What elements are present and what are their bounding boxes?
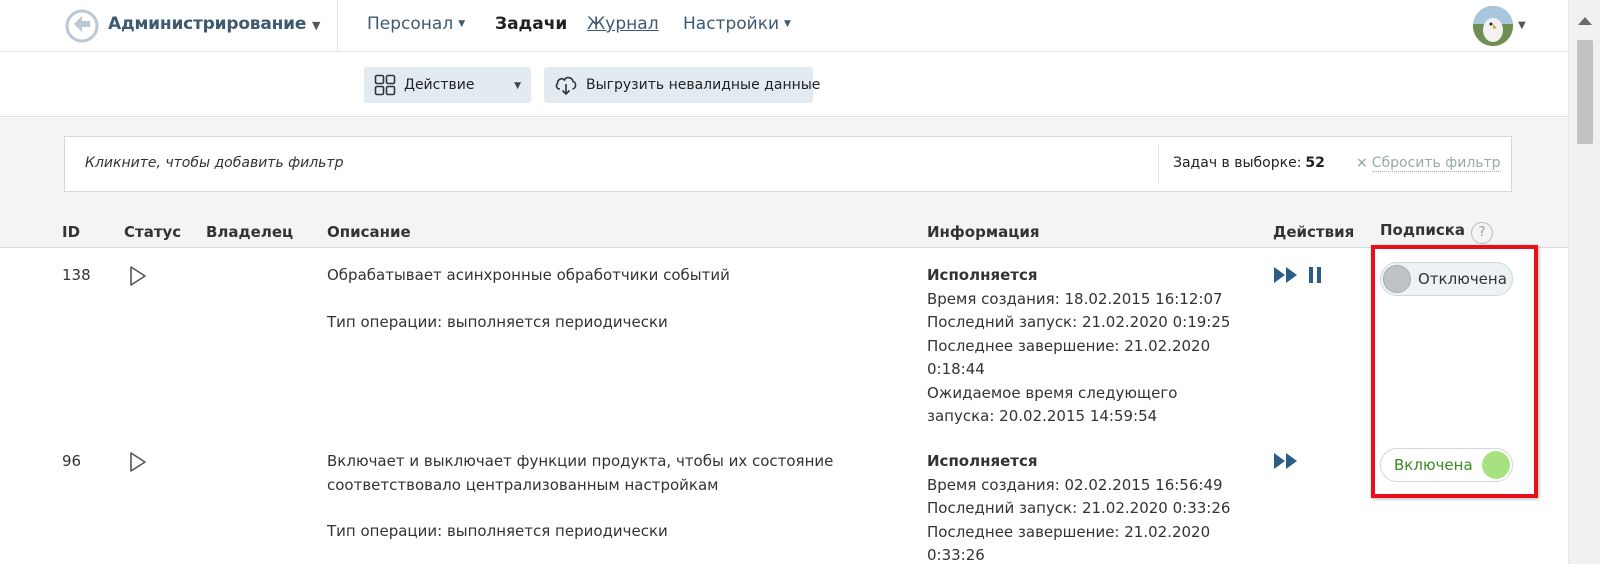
row-id: 96 bbox=[62, 452, 82, 470]
chevron-down-icon: ▼ bbox=[784, 19, 791, 29]
fast-forward-icon[interactable] bbox=[1273, 266, 1299, 284]
info-line: Ожидаемое время следующего запуска: 20.0… bbox=[927, 383, 1178, 426]
info-line: Последний запуск: 21.02.2020 0:33:26 bbox=[927, 499, 1231, 517]
column-header-info[interactable]: Информация bbox=[927, 223, 1040, 241]
scrollbar-thumb[interactable] bbox=[1577, 40, 1593, 144]
filter-hint[interactable]: Кликните, чтобы добавить фильтр bbox=[85, 155, 343, 171]
row-actions bbox=[1273, 266, 1323, 284]
task-count-value: 52 bbox=[1305, 155, 1325, 171]
row-actions bbox=[1273, 452, 1299, 470]
export-button-label: Выгрузить невалидные данные bbox=[586, 77, 821, 93]
app-logo-icon[interactable] bbox=[64, 8, 100, 44]
nav-item-tasks[interactable]: Задачи bbox=[495, 14, 567, 34]
nav-divider bbox=[337, 0, 338, 52]
action-dropdown-button[interactable]: Действие ▼ bbox=[364, 67, 531, 103]
chevron-down-icon: ▼ bbox=[458, 19, 466, 29]
brand-title[interactable]: Администрирование bbox=[108, 14, 306, 34]
nav-item-label: Настройки bbox=[683, 14, 780, 34]
play-icon[interactable] bbox=[128, 451, 148, 473]
description-text: Обрабатывает асинхронные обработчики соб… bbox=[327, 266, 730, 284]
info-status: Исполняется bbox=[927, 266, 1038, 284]
action-button-label: Действие bbox=[404, 77, 475, 93]
operation-type: Тип операции: выполняется периодически bbox=[327, 312, 668, 331]
user-avatar-icon bbox=[1473, 6, 1513, 46]
toolbar: Действие ▼ Выгрузить невалидные данные bbox=[0, 53, 1568, 117]
task-count: Задач в выборке: 52 bbox=[1173, 155, 1325, 171]
column-header-owner[interactable]: Владелец bbox=[206, 223, 293, 241]
grid-icon bbox=[374, 74, 396, 96]
export-invalid-data-button[interactable]: Выгрузить невалидные данные bbox=[544, 67, 820, 103]
top-navbar: Администрирование ▼ Персонал ▼ Задачи Жур… bbox=[0, 0, 1568, 52]
column-header-subscription[interactable]: Подписка? bbox=[1380, 221, 1494, 244]
avatar[interactable] bbox=[1473, 6, 1513, 46]
info-line: Последнее завершение: 21.02.2020 0:18:44 bbox=[927, 336, 1211, 379]
chevron-down-icon: ▼ bbox=[514, 81, 521, 91]
row-description: Включает и выключает функции продукта, ч… bbox=[327, 450, 847, 544]
info-line: Последнее завершение: 21.02.2020 0:33:26 bbox=[927, 522, 1211, 564]
filter-box[interactable]: Кликните, чтобы добавить фильтр Задач в … bbox=[64, 136, 1512, 192]
play-icon[interactable] bbox=[128, 265, 148, 287]
pause-icon[interactable] bbox=[1307, 266, 1323, 284]
column-header-actions[interactable]: Действия bbox=[1273, 223, 1354, 241]
filter-divider bbox=[1158, 143, 1159, 185]
info-status: Исполняется bbox=[927, 452, 1038, 470]
annotation-highlight-box bbox=[1371, 245, 1538, 498]
vertical-scrollbar[interactable] bbox=[1568, 0, 1600, 564]
info-line: Время создания: 02.02.2015 16:56:49 bbox=[927, 475, 1223, 494]
nav-item-label: Персонал bbox=[367, 14, 454, 34]
scroll-up-arrow-icon[interactable] bbox=[1578, 17, 1592, 25]
reset-filter-label: Сбросить фильтр bbox=[1371, 155, 1501, 172]
close-icon: × bbox=[1356, 155, 1368, 171]
info-line: Время создания: 18.02.2015 16:12:07 bbox=[927, 289, 1223, 308]
brand-dropdown-caret-icon[interactable]: ▼ bbox=[312, 14, 320, 38]
column-header-id[interactable]: ID bbox=[62, 223, 80, 241]
row-info: Исполняется Время создания: 18.02.2015 1… bbox=[927, 264, 1257, 429]
help-icon[interactable]: ? bbox=[1471, 222, 1494, 244]
download-cloud-icon bbox=[555, 76, 577, 96]
nav-item-settings[interactable]: Настройки ▼ bbox=[683, 14, 791, 34]
reset-filter-link[interactable]: × Сбросить фильтр bbox=[1356, 155, 1501, 172]
operation-type: Тип операции: выполняется периодически bbox=[327, 522, 668, 540]
row-description: Обрабатывает асинхронные обработчики соб… bbox=[327, 264, 887, 334]
fast-forward-icon[interactable] bbox=[1273, 452, 1299, 470]
subscription-header-label: Подписка bbox=[1380, 221, 1466, 239]
row-id: 138 bbox=[62, 266, 91, 284]
column-header-description[interactable]: Описание bbox=[327, 223, 411, 241]
nav-item-personnel[interactable]: Персонал ▼ bbox=[367, 14, 465, 34]
task-count-label: Задач в выборке: bbox=[1173, 155, 1302, 171]
column-header-status[interactable]: Статус bbox=[124, 223, 181, 241]
description-text: Включает и выключает функции продукта, ч… bbox=[327, 452, 834, 494]
info-line: Последний запуск: 21.02.2020 0:19:25 bbox=[927, 313, 1231, 331]
row-info: Исполняется Время создания: 02.02.2015 1… bbox=[927, 450, 1257, 564]
nav-item-journal[interactable]: Журнал bbox=[587, 14, 659, 34]
chevron-down-icon[interactable]: ▼ bbox=[1518, 14, 1526, 38]
